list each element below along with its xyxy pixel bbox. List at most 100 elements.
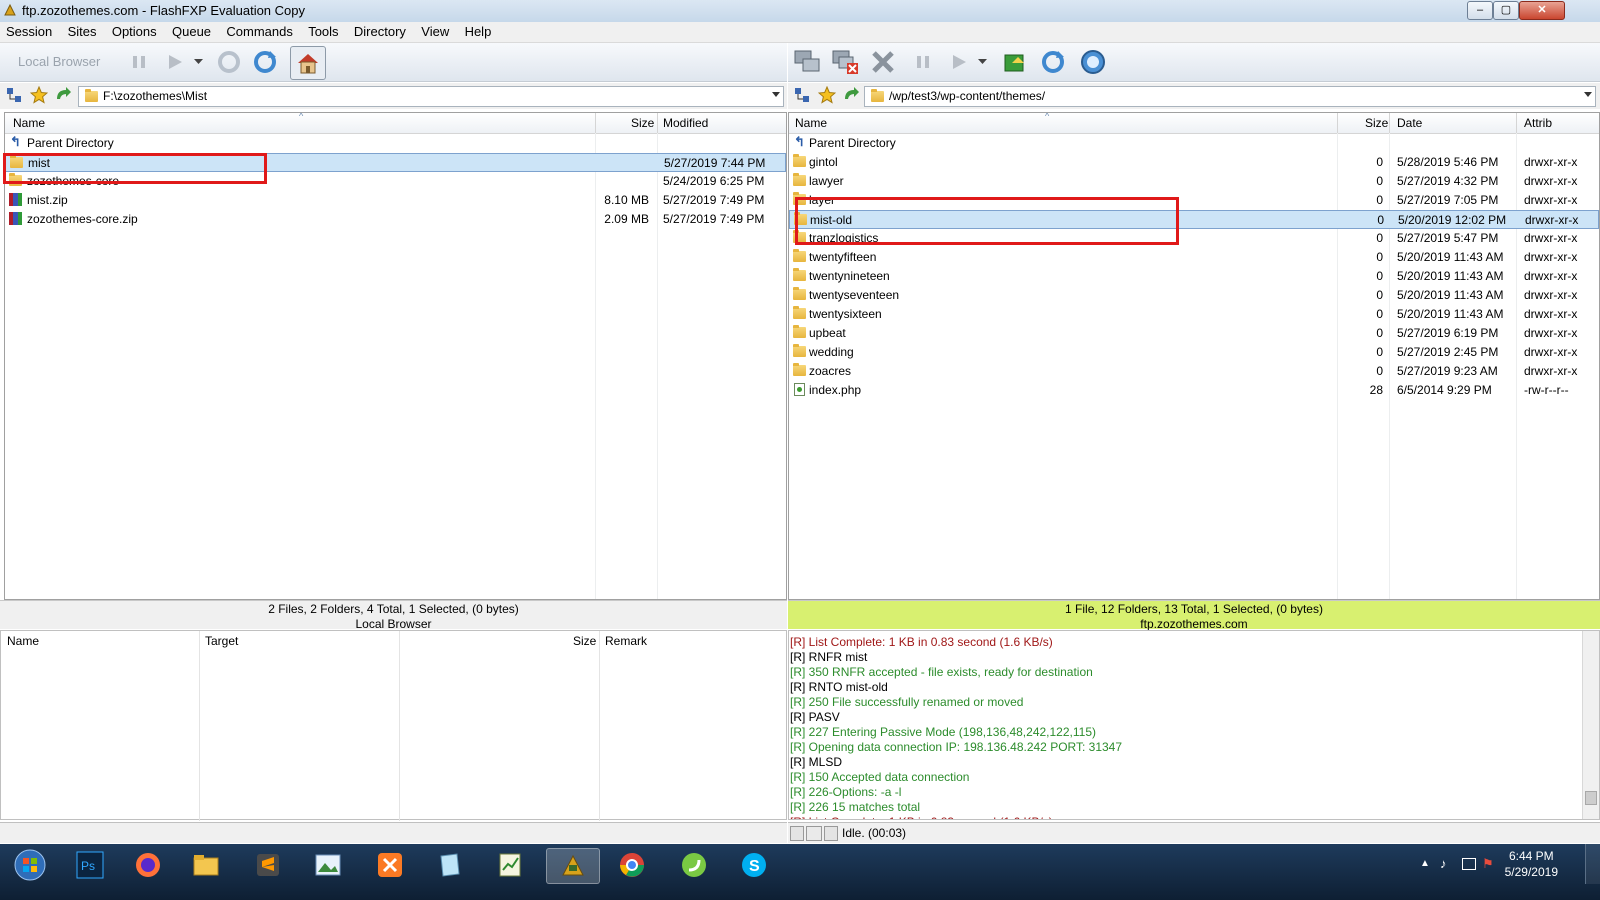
col-size[interactable]: Size	[1365, 116, 1388, 130]
file-row[interactable]: twentynineteen 0 5/20/2019 11:43 AM drwx…	[789, 267, 1599, 286]
home-icon[interactable]	[290, 46, 326, 80]
remote-status-label: ftp.zozothemes.com	[1140, 617, 1248, 631]
col-date[interactable]: Date	[1397, 116, 1422, 130]
pause-icon[interactable]	[124, 47, 154, 77]
tree-view-icon[interactable]	[6, 87, 22, 103]
col-size[interactable]: Size	[631, 116, 654, 130]
remote-tree-view-icon[interactable]	[794, 87, 810, 103]
log-scrollbar[interactable]	[1582, 631, 1599, 819]
firefox-icon[interactable]	[122, 848, 174, 882]
file-size: 0	[1376, 307, 1383, 321]
skype-icon[interactable]: S	[728, 848, 780, 882]
reconnect-icon[interactable]	[214, 47, 244, 77]
title-bar: ftp.zozothemes.com - FlashFXP Evaluation…	[0, 0, 1600, 23]
col-name[interactable]: Name	[795, 116, 827, 130]
menu-session[interactable]: Session	[0, 22, 58, 42]
disconnect-icon[interactable]	[830, 47, 860, 77]
file-row[interactable]: gintol 0 5/28/2019 5:46 PM drwxr-xr-x	[789, 153, 1599, 172]
abort-icon[interactable]	[868, 47, 898, 77]
start-orb-icon[interactable]	[4, 848, 56, 882]
network-icon[interactable]	[1462, 858, 1476, 870]
queue-col-name[interactable]: Name	[7, 634, 39, 648]
menu-help[interactable]: Help	[459, 22, 498, 42]
close-button[interactable]: ✕	[1519, 1, 1565, 20]
show-hidden-icons-icon[interactable]: ▲	[1420, 858, 1430, 869]
remote-transfer-play-icon[interactable]	[944, 47, 974, 77]
file-size: 0	[1376, 231, 1383, 245]
file-row[interactable]: twentyseventeen 0 5/20/2019 11:43 AM drw…	[789, 286, 1599, 305]
file-explorer-icon[interactable]	[180, 848, 232, 882]
notepad-icon[interactable]	[424, 848, 476, 882]
file-row[interactable]: upbeat 0 5/27/2019 6:19 PM drwxr-xr-x	[789, 324, 1599, 343]
col-attrib[interactable]: Attrib	[1524, 116, 1552, 130]
col-separator	[1516, 113, 1517, 133]
file-row[interactable]: lawyer 0 5/27/2019 4:32 PM drwxr-xr-x	[789, 172, 1599, 191]
photoshop-icon[interactable]: Ps	[64, 848, 116, 882]
refresh-icon[interactable]	[250, 47, 280, 77]
file-row[interactable]: index.php 28 6/5/2014 9:29 PM -rw-r--r--	[789, 381, 1599, 400]
file-row[interactable]: wedding 0 5/27/2019 2:45 PM drwxr-xr-x	[789, 343, 1599, 362]
show-desktop-button[interactable]	[1585, 844, 1600, 884]
queue-status-bar	[0, 822, 787, 843]
folder-icon	[793, 306, 806, 319]
menu-commands[interactable]: Commands	[220, 22, 298, 42]
menu-sites[interactable]: Sites	[62, 22, 103, 42]
parent-directory-row[interactable]: ↰ Parent Directory	[789, 134, 1599, 153]
dreamweaver-icon[interactable]	[668, 848, 720, 882]
file-size: 0	[1376, 288, 1383, 302]
file-attrib: drwxr-xr-x	[1524, 250, 1578, 264]
change-directory-icon[interactable]	[1000, 47, 1030, 77]
menu-directory[interactable]: Directory	[348, 22, 412, 42]
local-path-field[interactable]: F:\zozothemes\Mist	[78, 86, 784, 107]
file-date: 5/27/2019 7:05 PM	[1397, 193, 1499, 207]
queue-col-target[interactable]: Target	[205, 634, 238, 648]
folder-icon	[793, 325, 806, 338]
go-up-icon[interactable]	[54, 86, 72, 104]
remote-path-field[interactable]: /wp/test3/wp-content/themes/	[864, 86, 1596, 107]
col-name[interactable]: Name	[13, 116, 45, 130]
favorites-star-icon[interactable]	[29, 85, 49, 104]
action-center-flag-icon[interactable]: ⚑	[1482, 856, 1494, 872]
chart-app-icon[interactable]	[484, 848, 536, 882]
menu-options[interactable]: Options	[106, 22, 163, 42]
remote-refresh-icon[interactable]	[1038, 47, 1068, 77]
file-attrib: drwxr-xr-x	[1524, 364, 1578, 378]
sort-arrow-icon: ^	[1045, 112, 1050, 121]
volume-icon[interactable]: ♪	[1440, 856, 1447, 871]
queue-col-size[interactable]: Size	[573, 634, 596, 648]
remote-file-list: Name ^ Size Date Attrib ↰ Parent Directo…	[788, 112, 1600, 600]
image-viewer-icon[interactable]	[302, 848, 354, 882]
sublime-text-icon[interactable]	[242, 848, 294, 882]
remote-go-up-icon[interactable]	[842, 86, 860, 104]
parent-directory-row[interactable]: ↰ Parent Directory	[5, 134, 786, 153]
maximize-button[interactable]: ▢	[1493, 1, 1519, 20]
chevron-down-icon[interactable]	[190, 47, 206, 77]
file-attrib: drwxr-xr-x	[1524, 345, 1578, 359]
menu-tools[interactable]: Tools	[302, 22, 344, 42]
chrome-icon[interactable]	[606, 848, 658, 882]
taskbar-clock[interactable]: 6:44 PM 5/29/2019	[1505, 848, 1558, 880]
remote-chevron-down-icon[interactable]	[974, 47, 990, 77]
file-row[interactable]: twentyfifteen 0 5/20/2019 11:43 AM drwxr…	[789, 248, 1599, 267]
remote-path-dropdown-icon[interactable]	[1584, 92, 1592, 97]
menu-view[interactable]: View	[415, 22, 455, 42]
connect-icon[interactable]	[792, 47, 822, 77]
flashfxp-icon[interactable]	[546, 848, 600, 884]
taskbar: Ps S ▲ ♪ ⚑ 6:44 PM 5/29/2019	[0, 844, 1600, 900]
col-modified[interactable]: Modified	[663, 116, 708, 130]
transfer-play-icon[interactable]	[160, 47, 190, 77]
path-dropdown-icon[interactable]	[772, 92, 780, 97]
file-row[interactable]: zozothemes-core.zip 2.09 MB 5/27/2019 7:…	[5, 210, 786, 229]
file-row[interactable]: twentysixteen 0 5/20/2019 11:43 AM drwxr…	[789, 305, 1599, 324]
file-row[interactable]: zoacres 0 5/27/2019 9:23 AM drwxr-xr-x	[789, 362, 1599, 381]
remote-pause-icon[interactable]	[908, 47, 938, 77]
queue-col-remark[interactable]: Remark	[605, 634, 647, 648]
menu-queue[interactable]: Queue	[166, 22, 217, 42]
file-size: 0	[1376, 364, 1383, 378]
file-row[interactable]: mist.zip 8.10 MB 5/27/2019 7:49 PM	[5, 191, 786, 210]
globe-icon[interactable]	[1078, 47, 1108, 77]
local-list-header: Name ^ Size Modified	[5, 113, 786, 134]
remote-favorites-star-icon[interactable]	[817, 85, 837, 104]
minimize-button[interactable]: –	[1467, 1, 1493, 20]
xampp-icon[interactable]	[364, 848, 416, 882]
